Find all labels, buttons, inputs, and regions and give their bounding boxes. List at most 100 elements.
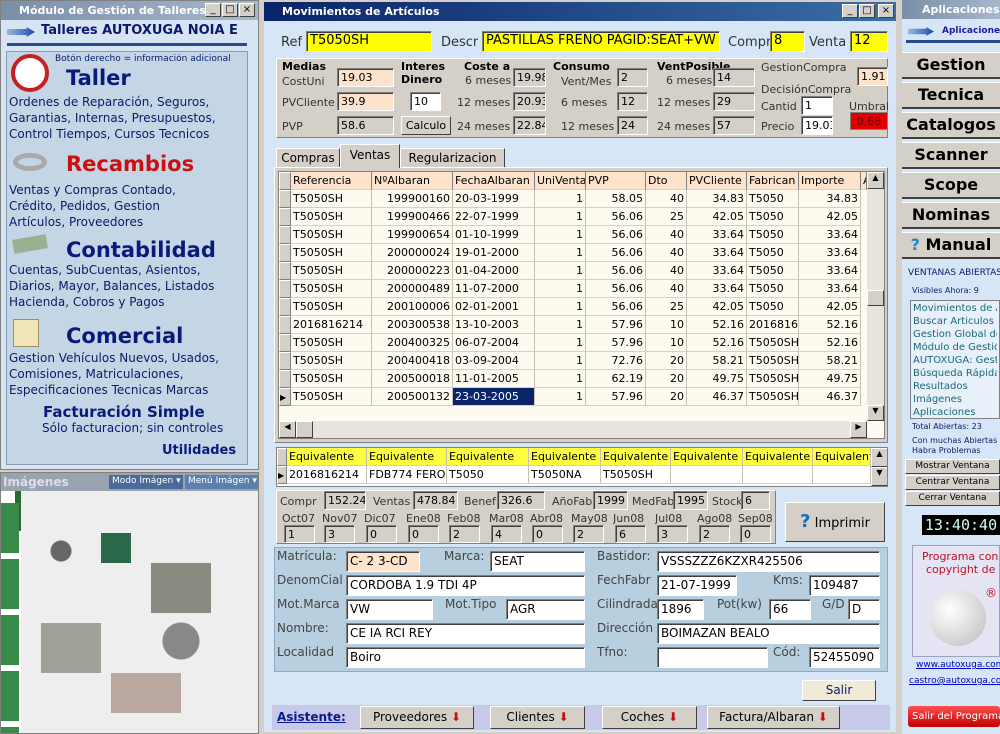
table-cell[interactable]: 46.37 [687,388,747,406]
table-cell[interactable]: 33.64 [687,280,747,298]
table-cell[interactable]: T5050SH [291,370,372,388]
column-header[interactable]: Equivalente [287,448,367,466]
scroll-left-button[interactable]: ◀ [279,421,296,438]
table-cell[interactable]: 200500132 [372,388,453,406]
table-cell[interactable]: T5050SH [291,190,372,208]
salir-programa-button[interactable]: Salir del Programa [908,706,1000,727]
column-header[interactable]: UniVenta [535,172,586,190]
column-header[interactable]: Equivalente [447,448,529,466]
asistente-proveedores-button[interactable]: Proveedores ⬇ [360,706,474,729]
table-cell[interactable]: 22-07-1999 [453,208,535,226]
table-cell[interactable]: 1 [535,334,586,352]
column-header[interactable]: PVP [586,172,646,190]
centrar-ventana-button[interactable]: Centrar Ventana [905,475,1000,490]
table-cell[interactable]: 52.16 [799,334,861,352]
table-cell[interactable]: 40 [646,262,687,280]
table-cell[interactable]: 52.16 [687,316,747,334]
horizontal-scrollbar[interactable] [279,421,867,438]
app-button-gestion[interactable]: Gestion [902,52,1000,79]
row-selector[interactable] [279,370,291,388]
scroll-up-button[interactable]: ▲ [867,172,884,189]
precio-input[interactable]: 19.03 [801,116,833,135]
table-cell[interactable]: 49.75 [687,370,747,388]
table-cell[interactable]: 199900160 [372,190,453,208]
table-cell[interactable]: 42.05 [687,208,747,226]
table-cell[interactable]: T5050 [747,298,799,316]
table-cell[interactable]: 62.19 [586,370,646,388]
motmarca-input[interactable]: VW [346,599,433,620]
scroll-down-button[interactable]: ▼ [871,467,887,486]
equivalent-cell[interactable]: 2016816214 [287,466,367,484]
table-cell[interactable]: 56.06 [586,226,646,244]
table-cell[interactable]: T5050SH [291,208,372,226]
table-cell[interactable]: 56.06 [586,244,646,262]
table-cell[interactable]: 11-07-2000 [453,280,535,298]
cil-input[interactable]: 1896 [657,599,704,620]
cerrar-ventana-button[interactable]: Cerrar Ventana [905,491,1000,506]
app-button-scope[interactable]: Scope [902,172,1000,199]
column-header[interactable]: Equivalente [367,448,447,466]
scroll-up-button[interactable]: ▲ [871,448,887,467]
table-cell[interactable]: 56.06 [586,280,646,298]
open-window-item[interactable]: Movimientos de Artículos [913,302,997,315]
column-header[interactable]: Dto [646,172,687,190]
table-cell[interactable]: 25 [646,208,687,226]
ref-input[interactable]: T5050SH [306,31,432,52]
table-cell[interactable]: 01-04-2000 [453,262,535,280]
column-header[interactable]: NºAlbaran [372,172,453,190]
table-cell[interactable]: 1 [535,388,586,406]
table-cell[interactable]: 1 [535,298,586,316]
table-cell[interactable]: 40 [646,280,687,298]
pvcliente-field[interactable]: 39.9 [337,92,394,111]
table-cell[interactable]: 42.05 [799,298,861,316]
table-cell[interactable]: 40 [646,244,687,262]
row-selector[interactable] [279,208,291,226]
table-cell[interactable]: T5050SH [291,244,372,262]
table-cell[interactable]: 200400325 [372,334,453,352]
tfno-input[interactable] [657,647,768,668]
bastidor-input[interactable]: VSSSZZZ6KZXR425506 [657,551,880,572]
nombre-input[interactable]: CE IA RCI REY [346,623,585,644]
table-cell[interactable]: 19-01-2000 [453,244,535,262]
dir-input[interactable]: BOIMAZAN BEALO [657,623,880,644]
open-window-item[interactable]: Buscar Articulos [913,315,997,328]
row-selector[interactable] [279,352,291,370]
email-link[interactable]: castro@autoxuga.com [909,676,1000,686]
sales-grid[interactable]: Referencia NºAlbaran FechaAlbaran UniVenta P… [278,171,885,439]
table-cell[interactable]: 33.64 [799,244,861,262]
module-taller[interactable]: Taller [66,66,131,90]
table-cell[interactable]: 20 [646,352,687,370]
column-header[interactable]: Equivalente [601,448,671,466]
salir-button[interactable]: Salir [802,680,876,701]
table-cell[interactable]: 52.16 [799,316,861,334]
module-utilidades[interactable]: Utilidades [162,443,236,458]
module-facturacion[interactable]: Facturación Simple [43,403,205,421]
equivalent-cell[interactable]: T5050 [447,466,529,484]
descr-input[interactable]: PASTILLAS FRENO PAGID:SEAT+VW [482,31,720,52]
table-cell[interactable]: 40 [646,226,687,244]
open-window-item[interactable]: AUTOXUGA: Gestión [913,354,997,367]
column-header[interactable]: Equivalente [671,448,743,466]
row-selector[interactable] [279,298,291,316]
table-cell[interactable]: 200100006 [372,298,453,316]
table-cell[interactable]: 200000223 [372,262,453,280]
table-cell[interactable]: 56.06 [586,298,646,316]
table-cell[interactable]: T5050SH [291,298,372,316]
table-cell[interactable]: T5050SH [291,280,372,298]
table-cell[interactable]: 199900654 [372,226,453,244]
column-header[interactable]: Referencia [291,172,372,190]
table-cell[interactable]: 56.06 [586,208,646,226]
table-cell[interactable]: T5050 [747,190,799,208]
table-cell[interactable]: 72.76 [586,352,646,370]
minimize-button[interactable]: _ [842,4,858,18]
column-header[interactable]: FechaAlbaran [453,172,535,190]
gd-input[interactable]: D [848,599,880,620]
equivalent-cell[interactable] [671,466,743,484]
web-link[interactable]: www.autoxuga.com [916,660,1000,670]
table-cell[interactable]: 2016816214 [291,316,372,334]
fechfabr-input[interactable]: 21-07-1999 [657,575,737,596]
table-cell[interactable]: 58.21 [687,352,747,370]
table-cell[interactable]: T5050SH [747,334,799,352]
open-window-item[interactable]: Gestion Global de [913,328,997,341]
table-cell[interactable]: 57.96 [586,388,646,406]
